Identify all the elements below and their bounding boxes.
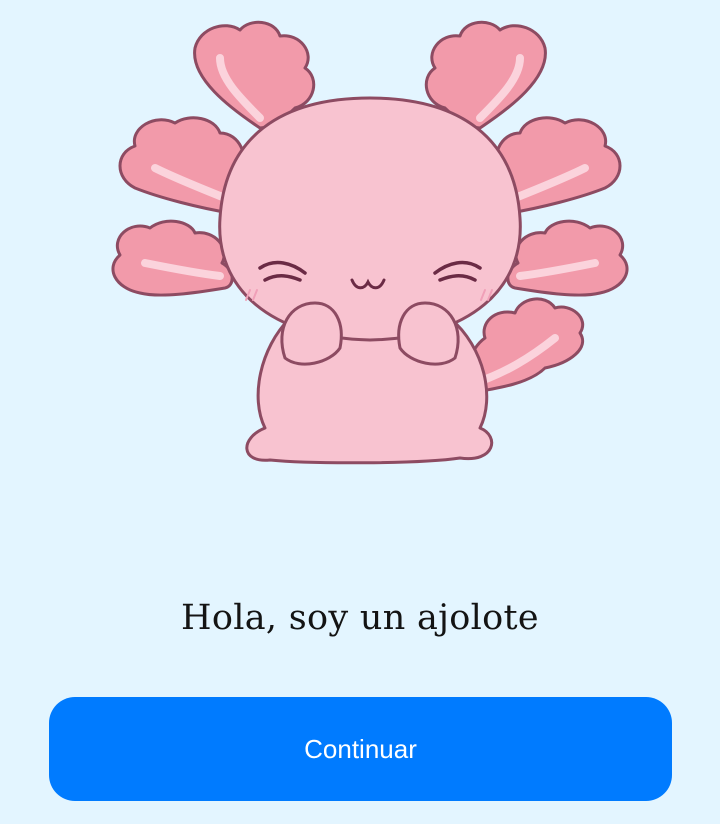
axolotl-illustration	[100, 18, 640, 478]
paw-right	[397, 301, 460, 366]
greeting-heading: Hola, soy un ajolote	[181, 598, 539, 638]
head	[218, 96, 522, 342]
paw-left	[280, 301, 343, 366]
gill-left-bottom	[111, 219, 234, 297]
continue-button[interactable]: Continuar	[49, 697, 672, 801]
gill-right-bottom	[506, 219, 629, 297]
